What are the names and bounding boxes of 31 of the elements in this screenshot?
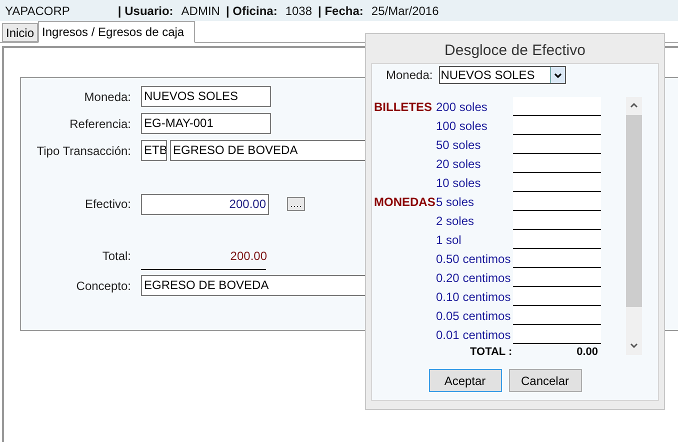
field-label: Moneda: xyxy=(83,88,131,106)
field-label: Efectivo: xyxy=(84,196,131,213)
header-value: 25/Mar/2016 xyxy=(371,2,439,20)
total-label: TOTAL : xyxy=(470,344,514,360)
field-label: Referencia: xyxy=(68,116,131,132)
field-label: Total: xyxy=(101,248,131,264)
field-label: Tipo Transacción: xyxy=(36,142,131,160)
header-label: | Oficina: xyxy=(226,2,278,20)
denomination-label: 10 soles xyxy=(436,174,482,192)
denomination-label: 5 soles xyxy=(436,194,476,210)
denomination-label: 50 soles xyxy=(436,136,482,154)
category-label: MONEDAS xyxy=(374,194,436,208)
field-label: Moneda: xyxy=(386,67,433,84)
dialog-title: Desgloce de Efectivo xyxy=(444,41,586,61)
denomination-label: 0.50 centimos xyxy=(436,250,512,268)
header-value: ADMIN xyxy=(181,2,220,20)
denomination-label: 0.01 centimos xyxy=(436,326,512,344)
total-value: 200.00 xyxy=(229,248,267,264)
denomination-label: 2 soles xyxy=(436,212,476,230)
denomination-label: 200 soles xyxy=(436,98,488,116)
denomination-label: 1 sol xyxy=(436,232,462,248)
denomination-label: 100 soles xyxy=(436,118,488,134)
field-label: Concepto: xyxy=(75,278,131,294)
category-label: BILLETES xyxy=(374,100,432,114)
denomination-label: 20 soles xyxy=(436,156,482,172)
total-value: 0.00 xyxy=(576,344,598,360)
header-label: | Usuario: xyxy=(118,2,174,20)
header-label: | Fecha: xyxy=(318,2,364,20)
denomination-label: 0.05 centimos xyxy=(436,308,512,324)
company-name: YAPACORP xyxy=(5,2,70,20)
header-value: 1038 xyxy=(285,2,312,20)
